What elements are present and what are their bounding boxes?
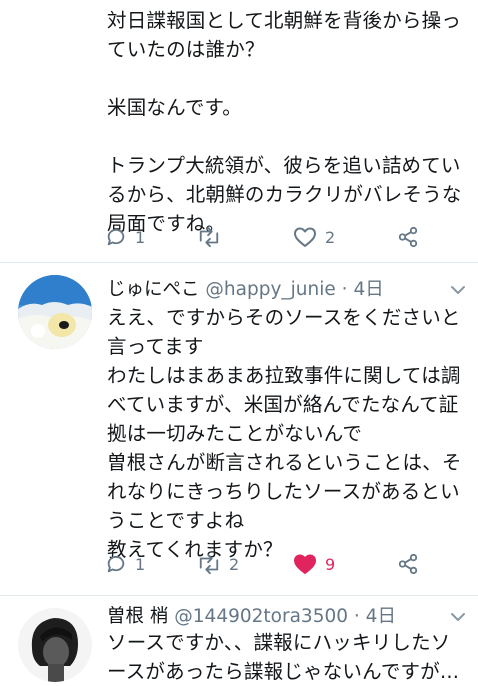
reply-button[interactable]: 1 (105, 222, 145, 252)
separator: · (341, 279, 348, 300)
share-icon (398, 226, 418, 248)
tweet-1-actions: 1 2 (105, 222, 445, 252)
reply-icon (107, 555, 125, 573)
share-button[interactable] (397, 549, 419, 579)
tweet-3-text: ソースですか、、諜報にハッキリしたソースがあったら諜報じゃないんですが... (107, 631, 460, 683)
tweet-3-header: 曽根 梢 @144902tora3500 · 4日 (107, 604, 472, 630)
heart-icon (294, 227, 316, 247)
share-icon (398, 553, 418, 575)
like-button[interactable]: 9 (293, 549, 335, 579)
tweet-2-header: じゅにぺこ @happy_junie · 4日 (107, 277, 472, 303)
display-name[interactable]: じゅにぺこ (107, 279, 200, 300)
tweet-2-actions: 1 2 9 (105, 549, 445, 579)
heart-icon (294, 554, 316, 574)
timestamp[interactable]: 4日 (366, 606, 396, 627)
chevron-down-icon (451, 286, 465, 294)
tweet-1-text: 対日諜報国として北朝鮮を背後から操っていたのは誰か？ 米国なんです。 トランプ大… (107, 9, 462, 235)
retweet-icon (199, 553, 219, 575)
retweet-button[interactable] (197, 222, 229, 252)
like-count: 2 (325, 227, 336, 247)
more-menu-button[interactable] (450, 281, 466, 300)
chevron-down-icon (451, 613, 465, 621)
retweet-count: 2 (229, 554, 240, 574)
tweet-3[interactable]: 曽根 梢 @144902tora3500 · 4日 ソースですか、、諜報にハッキ… (0, 596, 478, 683)
avatar[interactable] (18, 275, 92, 349)
avatar-image (18, 275, 92, 349)
avatar[interactable] (18, 608, 92, 682)
reply-button[interactable]: 1 (105, 549, 145, 579)
reply-count: 1 (135, 227, 146, 247)
retweet-icon (199, 226, 219, 248)
retweet-button[interactable]: 2 (197, 549, 239, 579)
more-menu-button[interactable] (450, 608, 466, 627)
tweet-1[interactable]: 対日諜報国として北朝鮮を背後から操っていたのは誰か？ 米国なんです。 トランプ大… (0, 0, 478, 262)
handle[interactable]: @happy_junie (205, 279, 335, 300)
display-name[interactable]: 曽根 梢 (107, 606, 168, 627)
tweet-2-text: ええ、ですからそのソースをくださいと言ってます わたしはまあまあ拉致事件に関して… (107, 306, 462, 561)
like-count: 9 (325, 554, 336, 574)
separator: · (353, 606, 360, 627)
reply-count: 1 (135, 554, 146, 574)
avatar-image (18, 608, 92, 682)
reply-icon (107, 228, 125, 246)
handle[interactable]: @144902tora3500 (174, 606, 348, 627)
timestamp[interactable]: 4日 (353, 279, 383, 300)
tweet-2[interactable]: じゅにぺこ @happy_junie · 4日 ええ、ですからそのソースをくださ… (0, 263, 478, 595)
share-button[interactable] (397, 222, 419, 252)
like-button[interactable]: 2 (293, 222, 335, 252)
